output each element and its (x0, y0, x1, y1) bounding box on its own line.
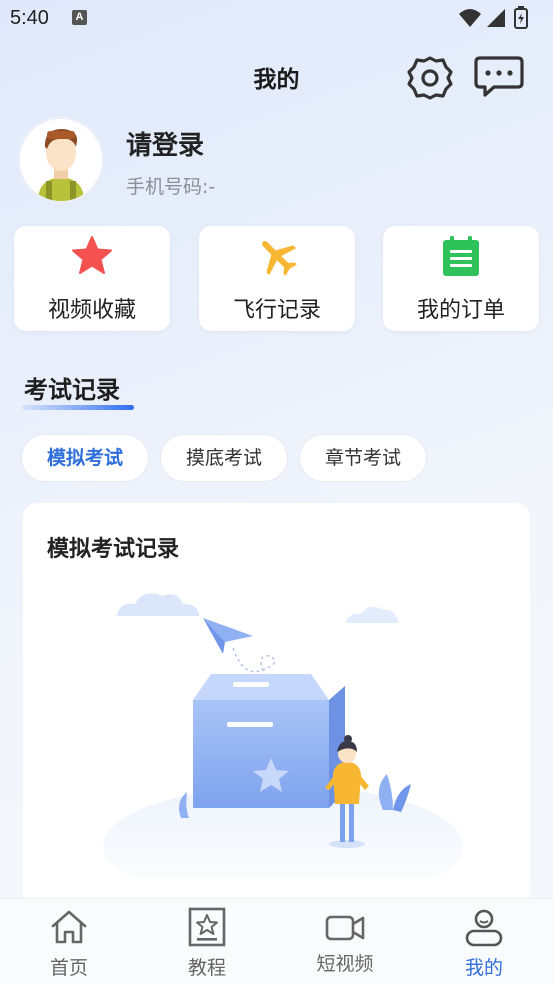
avatar[interactable] (17, 116, 105, 204)
exam-record-card: 模拟考试记录 (23, 503, 530, 923)
status-time: 5:40 (10, 7, 49, 29)
nav-mine-label: 我的 (464, 957, 503, 979)
my-orders-label: 我的订单 (416, 298, 505, 323)
video-favorites-card[interactable]: 视频收藏 (14, 226, 170, 331)
nav-short-video[interactable]: 短视频 (276, 899, 414, 984)
nav-home-label: 首页 (49, 957, 88, 979)
tutorial-icon (188, 907, 226, 947)
nav-mine[interactable]: 我的 (415, 899, 553, 984)
home-icon (51, 910, 87, 944)
empty-state-illustration (103, 593, 463, 878)
nav-short-video-label: 短视频 (316, 953, 374, 975)
status-bar: 5:40 A (0, 0, 553, 36)
message-button[interactable] (474, 55, 524, 99)
video-favorites-label: 视频收藏 (47, 298, 136, 323)
user-icon (465, 909, 503, 947)
nav-home[interactable]: 首页 (0, 899, 138, 984)
tab-mock-exam[interactable]: 模拟考试 (21, 434, 149, 482)
nav-tutorial[interactable]: 教程 (138, 899, 276, 984)
record-card-title: 模拟考试记录 (47, 537, 180, 562)
status-icons (459, 6, 528, 29)
chat-bubble-icon (474, 56, 524, 97)
flight-records-label: 飞行记录 (232, 298, 321, 323)
tab-baseline-exam[interactable]: 摸底考试 (160, 434, 288, 482)
star-icon (72, 236, 112, 274)
notification-icon: A (72, 10, 87, 25)
my-orders-card[interactable]: 我的订单 (383, 226, 539, 331)
clipboard-icon (443, 236, 479, 276)
avatar-image (20, 119, 102, 201)
phone-number: 手机号码:- (126, 176, 216, 198)
login-prompt[interactable]: 请登录 (126, 125, 204, 162)
wifi-icon (459, 9, 481, 27)
tab-chapter-exam[interactable]: 章节考试 (299, 434, 427, 482)
settings-button[interactable] (406, 55, 454, 101)
nav-tutorial-label: 教程 (187, 957, 226, 979)
video-camera-icon (325, 915, 365, 941)
bottom-nav: 首页 教程 短视频 我的 (0, 898, 553, 984)
airplane-icon (262, 241, 297, 276)
gear-icon (407, 56, 453, 100)
page-title: 我的 (253, 67, 300, 93)
signal-icon (487, 9, 505, 27)
exam-records-title: 考试记录 (24, 376, 120, 404)
flight-records-card[interactable]: 飞行记录 (199, 226, 355, 331)
section-title-underline (22, 405, 134, 410)
